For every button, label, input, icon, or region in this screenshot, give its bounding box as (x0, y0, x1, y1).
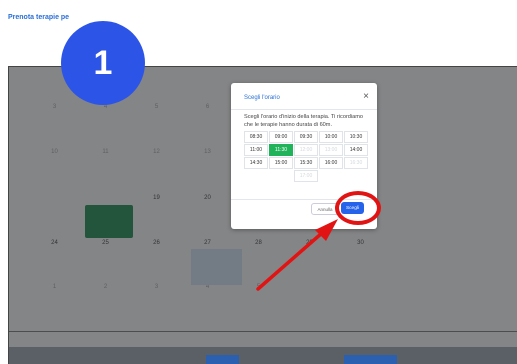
time-slot[interactable]: 08:30 (244, 131, 268, 143)
time-slot-row: 17:00 (244, 170, 369, 183)
time-slot-grid: 08:30 09:00 09:30 10:00 10:30 11:00 11:30 12:00… (244, 131, 369, 183)
time-slot[interactable]: 16:30 (344, 157, 368, 169)
time-slot[interactable]: 11:00 (244, 144, 268, 156)
page-title-partial: Prenota terapie pe (8, 14, 70, 21)
modal-title: Scegli l'orario (244, 95, 280, 101)
time-slot[interactable]: 15:00 (269, 157, 293, 169)
time-slot[interactable]: 10:00 (319, 131, 343, 143)
time-slot[interactable]: 11:30 (269, 144, 293, 156)
bottom-bar (9, 347, 517, 364)
close-icon[interactable]: × (363, 92, 369, 102)
step-number-badge: 1 (61, 21, 145, 105)
highlight-circle (335, 191, 381, 225)
time-slot-row: 08:30 09:00 09:30 10:00 10:30 (244, 131, 369, 144)
time-slot[interactable]: 13:00 (319, 144, 343, 156)
time-slot[interactable]: 15:30 (294, 157, 318, 169)
time-slot[interactable]: 10:30 (344, 131, 368, 143)
modal-instructions: Scegli l'orario d'inizio della terapia. … (244, 114, 364, 128)
time-slot[interactable]: 12:00 (294, 144, 318, 156)
time-slot[interactable]: 09:30 (294, 131, 318, 143)
time-slot-row: 14:30 15:00 15:30 16:00 16:30 (244, 157, 369, 170)
time-slot[interactable]: 16:00 (319, 157, 343, 169)
time-slot[interactable]: 09:00 (269, 131, 293, 143)
time-slot[interactable]: 17:00 (294, 170, 318, 182)
time-slot-row: 11:00 11:30 12:00 13:00 14:00 (244, 144, 369, 157)
divider (231, 109, 377, 110)
time-slot[interactable]: 14:30 (244, 157, 268, 169)
time-slot[interactable]: 14:00 (344, 144, 368, 156)
